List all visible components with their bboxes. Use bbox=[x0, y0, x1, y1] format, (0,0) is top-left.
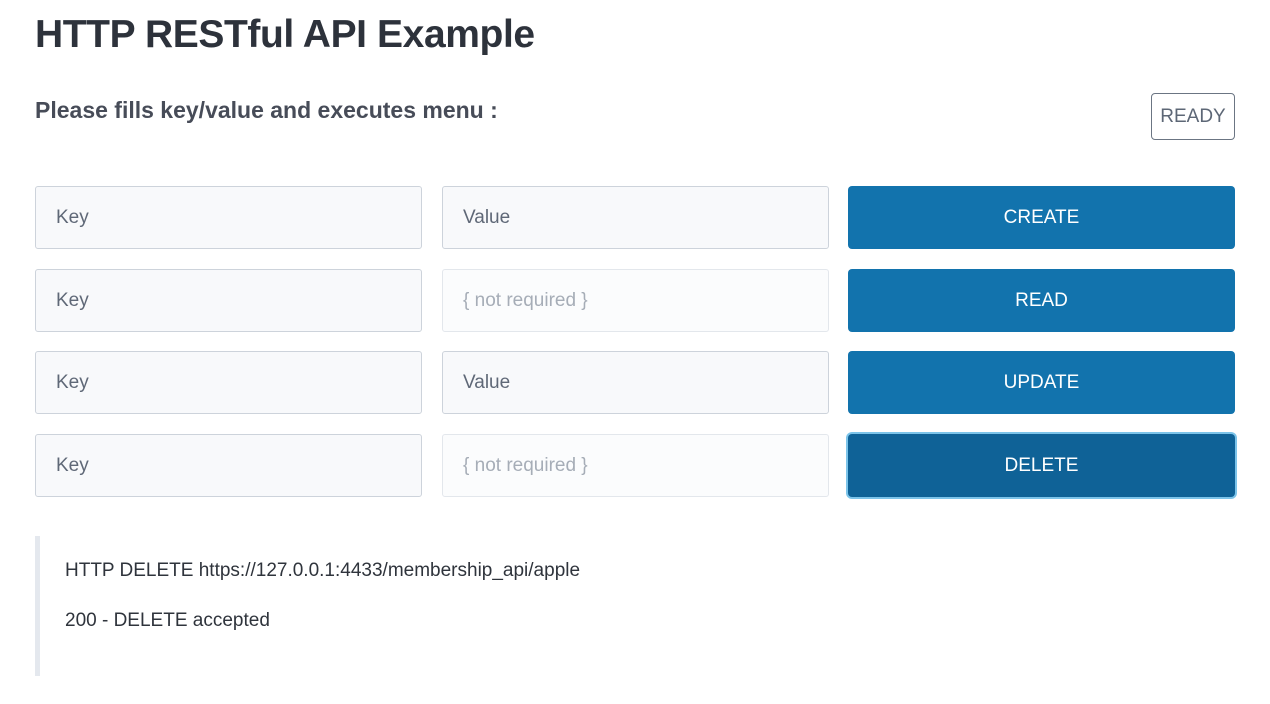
instruction-text: Please fills key/value and executes menu… bbox=[35, 97, 498, 123]
read-button[interactable]: READ bbox=[848, 269, 1235, 332]
delete-row: DELETE bbox=[35, 434, 1235, 497]
create-key-input[interactable] bbox=[35, 186, 422, 249]
request-line: HTTP DELETE https://127.0.0.1:4433/membe… bbox=[65, 560, 581, 581]
create-button[interactable]: CREATE bbox=[848, 186, 1235, 249]
delete-button[interactable]: DELETE bbox=[848, 434, 1235, 497]
delete-key-input[interactable] bbox=[35, 434, 422, 497]
update-key-input[interactable] bbox=[35, 351, 422, 414]
update-value-input[interactable] bbox=[442, 351, 829, 414]
update-row: UPDATE bbox=[35, 351, 1235, 414]
page-title: HTTP RESTful API Example bbox=[35, 13, 535, 56]
result-panel: HTTP DELETE https://127.0.0.1:4433/membe… bbox=[35, 536, 1235, 676]
create-row: CREATE bbox=[35, 186, 1235, 249]
update-button[interactable]: UPDATE bbox=[848, 351, 1235, 414]
status-badge: READY bbox=[1151, 93, 1235, 140]
page: HTTP RESTful API Example Please fills ke… bbox=[0, 0, 1270, 704]
read-key-input[interactable] bbox=[35, 269, 422, 332]
read-value-input bbox=[442, 269, 829, 332]
create-value-input[interactable] bbox=[442, 186, 829, 249]
delete-value-input bbox=[442, 434, 829, 497]
response-line: 200 - DELETE accepted bbox=[65, 610, 270, 631]
read-row: READ bbox=[35, 269, 1235, 332]
